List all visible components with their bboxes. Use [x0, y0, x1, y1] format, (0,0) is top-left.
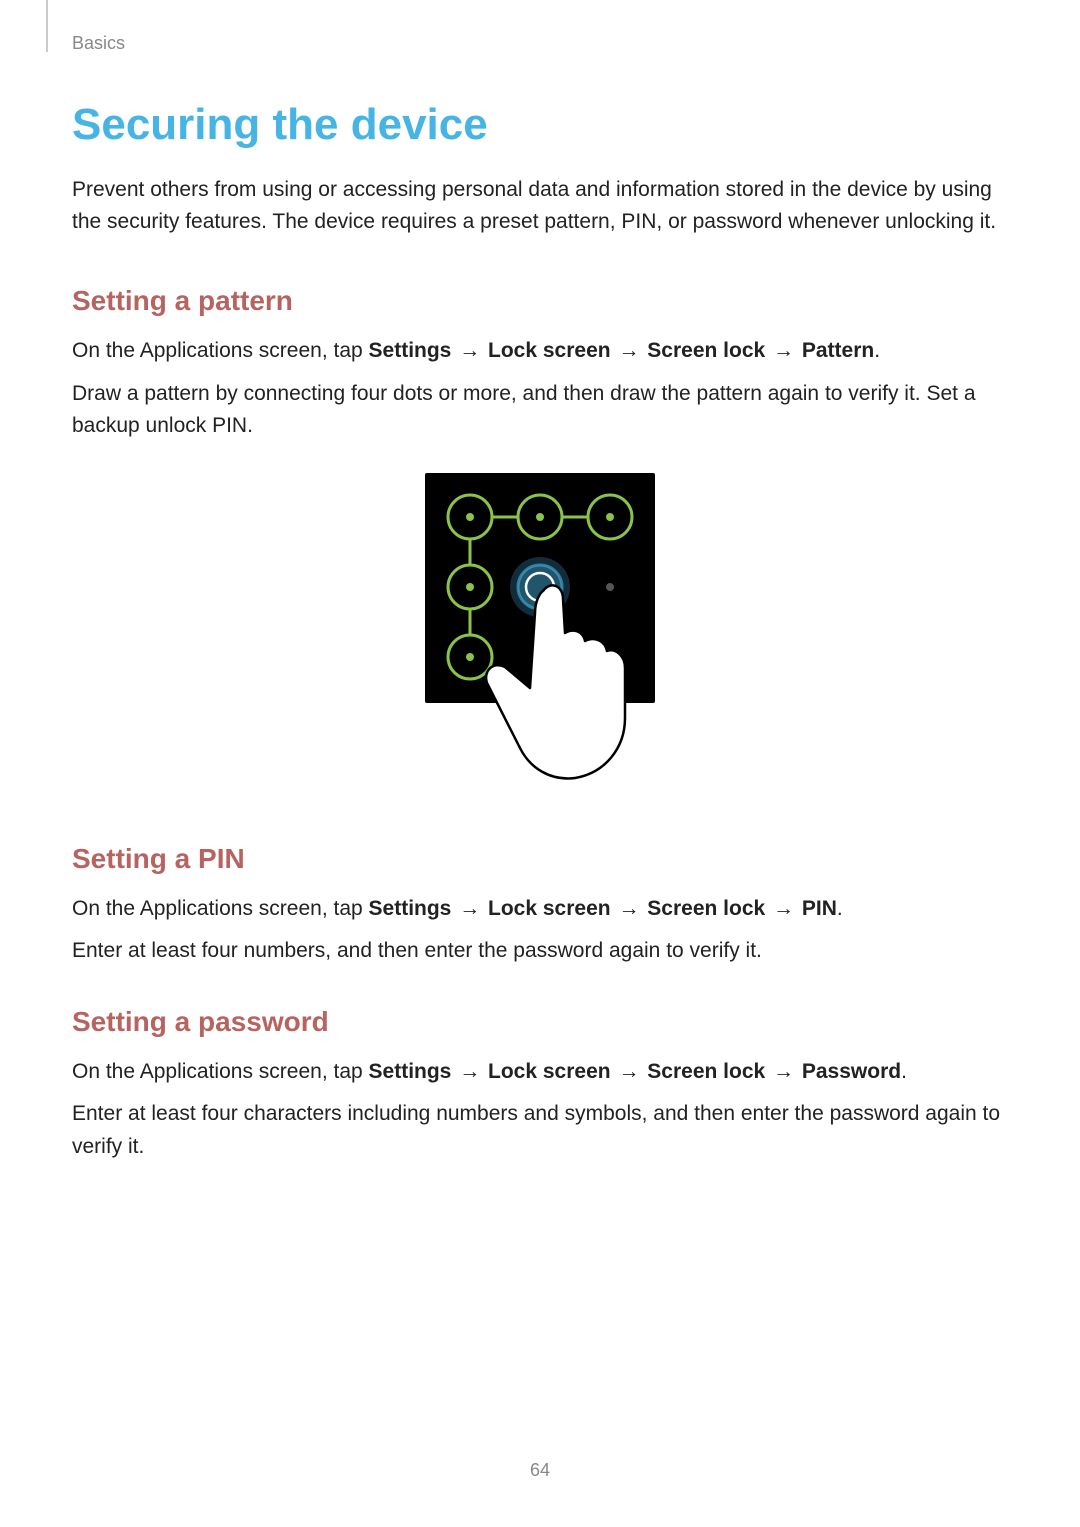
page-number: 64 [0, 1460, 1080, 1481]
nav-step-lockscreen: Lock screen [488, 1060, 611, 1083]
page-content: Securing the device Prevent others from … [0, 0, 1080, 1163]
nav-step-lockscreen: Lock screen [488, 339, 611, 362]
nav-step-password: Password [802, 1060, 901, 1083]
body-pin: Enter at least four numbers, and then en… [72, 935, 1008, 968]
heading-pattern: Setting a pattern [72, 285, 1008, 317]
nav-prefix: On the Applications screen, tap [72, 897, 369, 920]
section-pin: Setting a PIN On the Applications screen… [72, 843, 1008, 968]
nav-step-screenlock: Screen lock [647, 339, 765, 362]
arrow-icon: → [765, 339, 802, 362]
nav-step-pin: PIN [802, 897, 837, 920]
heading-password: Setting a password [72, 1006, 1008, 1038]
section-pattern: Setting a pattern On the Applications sc… [72, 285, 1008, 793]
nav-path-password: On the Applications screen, tap Settings… [72, 1056, 1008, 1089]
arrow-icon: → [611, 897, 648, 920]
period: . [901, 1060, 907, 1083]
body-pattern: Draw a pattern by connecting four dots o… [72, 378, 1008, 443]
nav-step-settings: Settings [369, 1060, 452, 1083]
nav-path-pin: On the Applications screen, tap Settings… [72, 893, 1008, 926]
arrow-icon: → [611, 1060, 648, 1083]
arrow-icon: → [451, 1060, 488, 1083]
arrow-icon: → [451, 897, 488, 920]
header-section-label: Basics [72, 33, 125, 54]
page-title: Securing the device [72, 100, 1008, 150]
nav-step-screenlock: Screen lock [647, 1060, 765, 1083]
arrow-icon: → [765, 897, 802, 920]
arrow-icon: → [451, 339, 488, 362]
nav-step-settings: Settings [369, 897, 452, 920]
period: . [874, 339, 880, 362]
period: . [837, 897, 843, 920]
intro-text: Prevent others from using or accessing p… [72, 174, 1008, 237]
nav-prefix: On the Applications screen, tap [72, 1060, 369, 1083]
nav-path-pattern: On the Applications screen, tap Settings… [72, 335, 1008, 368]
heading-pin: Setting a PIN [72, 843, 1008, 875]
nav-step-settings: Settings [369, 339, 452, 362]
nav-step-pattern: Pattern [802, 339, 874, 362]
section-password: Setting a password On the Applications s… [72, 1006, 1008, 1164]
header-rule [46, 0, 48, 52]
nav-prefix: On the Applications screen, tap [72, 339, 369, 362]
arrow-icon: → [611, 339, 648, 362]
body-password: Enter at least four characters including… [72, 1098, 1008, 1163]
arrow-icon: → [765, 1060, 802, 1083]
pattern-illustration [72, 473, 1008, 793]
pattern-lock-icon [415, 473, 665, 793]
nav-step-lockscreen: Lock screen [488, 897, 611, 920]
nav-step-screenlock: Screen lock [647, 897, 765, 920]
